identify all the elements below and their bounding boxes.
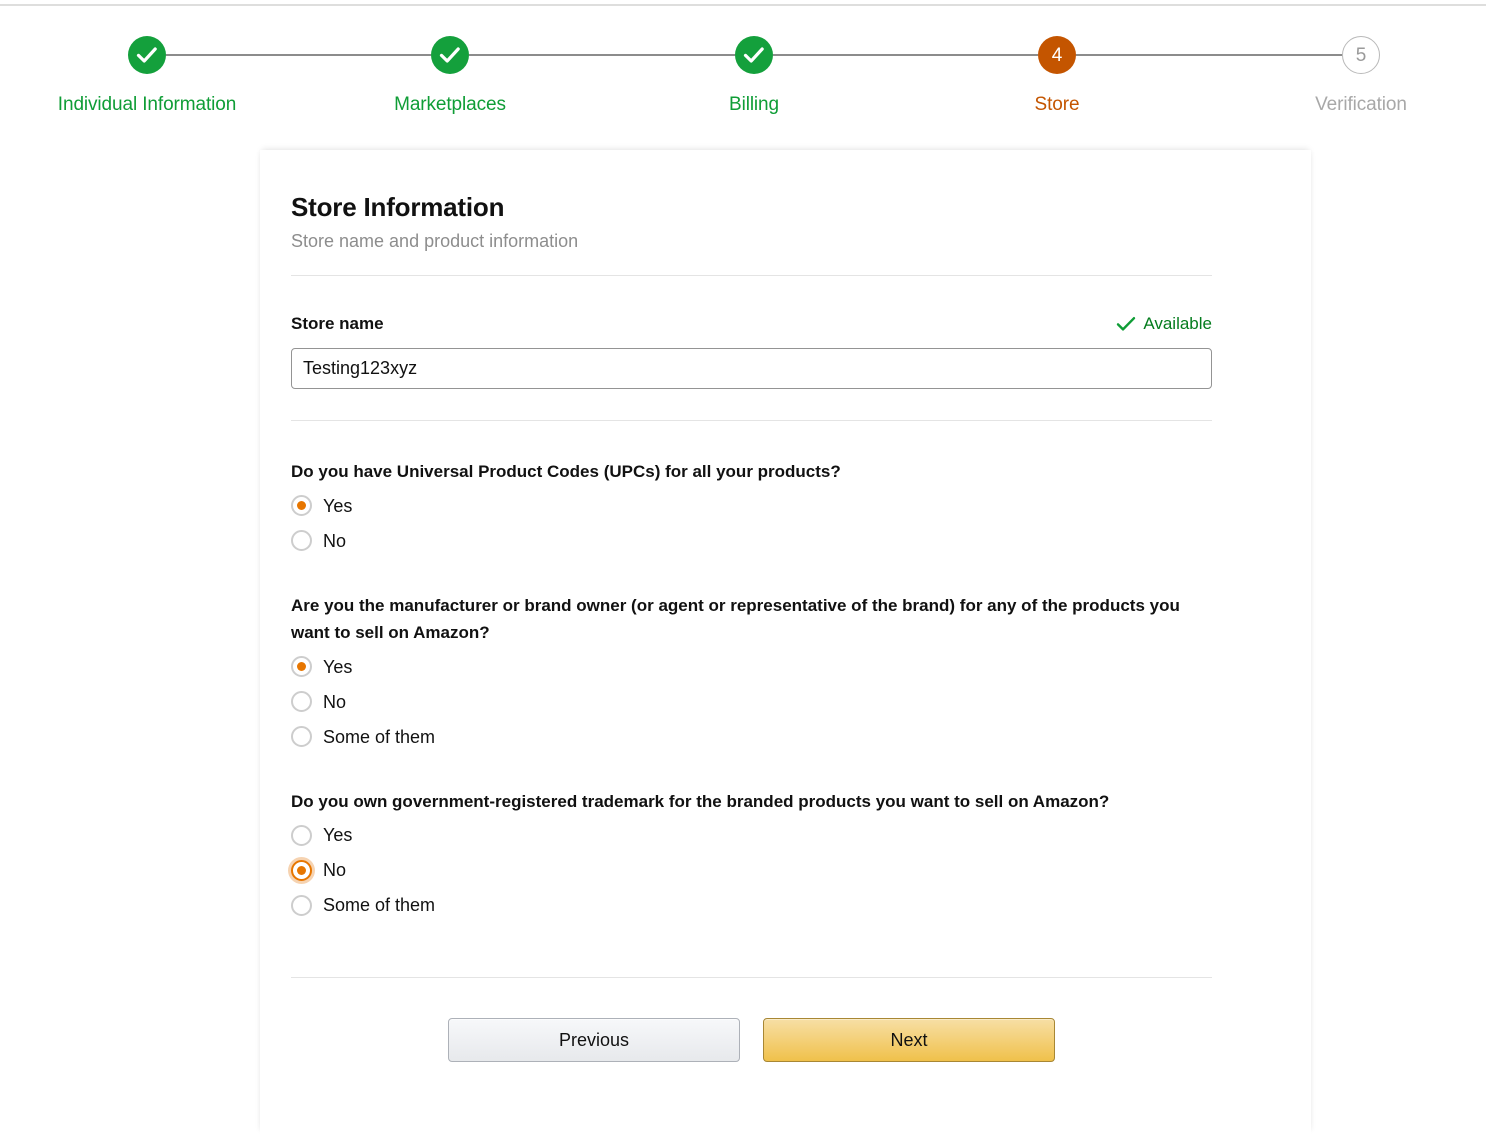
stepper-step-individual-information[interactable]: Individual Information <box>37 36 257 116</box>
question-text: Do you have Universal Product Codes (UPC… <box>291 458 1191 486</box>
question-block: Are you the manufacturer or brand owner … <box>291 556 1212 752</box>
check-icon <box>735 36 773 74</box>
radio-option-yes[interactable]: Yes <box>291 820 352 850</box>
progress-stepper: Individual Information Marketplaces Billin… <box>0 36 1486 118</box>
stepper-label: Verification <box>1251 94 1471 116</box>
top-hairline <box>0 4 1486 6</box>
radio-button[interactable] <box>291 691 312 712</box>
stepper-step-verification[interactable]: 5 Verification <box>1251 36 1471 116</box>
check-icon <box>1116 316 1136 332</box>
store-name-availability: Available <box>1116 314 1212 334</box>
store-name-label: Store name <box>291 314 384 334</box>
radio-label: No <box>323 861 346 879</box>
stepper-connector <box>166 54 431 56</box>
radio-option-no[interactable]: No <box>291 687 346 717</box>
stepper-label: Billing <box>644 94 864 116</box>
stepper-connector <box>773 54 1038 56</box>
radio-label: Some of them <box>323 728 435 746</box>
stepper-step-marketplaces[interactable]: Marketplaces <box>340 36 560 116</box>
radio-label: No <box>323 532 346 550</box>
form-actions: Previous Next <box>291 978 1212 1062</box>
radio-button[interactable] <box>291 656 312 677</box>
radio-option-no[interactable]: No <box>291 526 346 556</box>
radio-label: Yes <box>323 658 352 676</box>
stepper-number: 5 <box>1342 36 1380 74</box>
radio-option-yes[interactable]: Yes <box>291 652 352 682</box>
radio-button[interactable] <box>291 895 312 916</box>
stepper-label: Store <box>947 94 1167 116</box>
radio-option-no[interactable]: No <box>291 855 346 885</box>
radio-label: No <box>323 693 346 711</box>
radio-button[interactable] <box>291 825 312 846</box>
radio-button[interactable] <box>291 726 312 747</box>
stepper-label: Marketplaces <box>340 94 560 116</box>
question-text: Are you the manufacturer or brand owner … <box>291 592 1191 647</box>
radio-button[interactable] <box>291 530 312 551</box>
question-text: Do you own government-registered tradema… <box>291 788 1191 816</box>
stepper-connector <box>469 54 735 56</box>
radio-option-yes[interactable]: Yes <box>291 491 352 521</box>
content-panel: Store Information Store name and product… <box>260 150 1311 1134</box>
next-button[interactable]: Next <box>763 1018 1055 1062</box>
question-block: Do you have Universal Product Codes (UPC… <box>291 421 1212 556</box>
radio-option-some-of-them[interactable]: Some of them <box>291 722 435 752</box>
stepper-step-billing[interactable]: Billing <box>644 36 864 116</box>
store-name-header: Store name Available <box>291 276 1212 334</box>
check-icon <box>431 36 469 74</box>
page-subtitle: Store name and product information <box>291 231 1212 252</box>
question-block: Do you own government-registered tradema… <box>291 752 1212 921</box>
availability-text: Available <box>1143 314 1212 334</box>
radio-button[interactable] <box>291 495 312 516</box>
radio-label: Some of them <box>323 896 435 914</box>
stepper-connector <box>1076 54 1342 56</box>
previous-button[interactable]: Previous <box>448 1018 740 1062</box>
page-title: Store Information <box>291 150 1212 223</box>
stepper-label: Individual Information <box>37 94 257 116</box>
radio-label: Yes <box>323 497 352 515</box>
check-icon <box>128 36 166 74</box>
stepper-step-store[interactable]: 4 Store <box>947 36 1167 116</box>
radio-button[interactable] <box>291 860 312 881</box>
questions-section: Do you have Universal Product Codes (UPC… <box>291 421 1212 920</box>
stepper-number: 4 <box>1038 36 1076 74</box>
radio-option-some-of-them[interactable]: Some of them <box>291 890 435 920</box>
radio-label: Yes <box>323 826 352 844</box>
store-name-input[interactable] <box>291 348 1212 389</box>
